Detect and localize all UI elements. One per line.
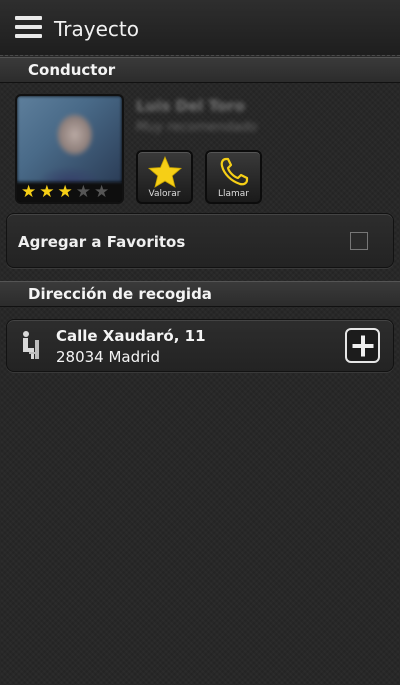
plus-icon[interactable]: [345, 328, 380, 363]
star-filled-icon: ★: [21, 182, 37, 202]
section-header-pickup: Dirección de recogida: [0, 281, 400, 307]
call-button-label: Llamar: [217, 189, 249, 199]
rate-button-label: Valorar: [148, 189, 181, 199]
phone-icon: [220, 157, 248, 186]
pickup-address-city: 28034 Madrid: [56, 348, 160, 366]
star-icon: [147, 156, 182, 188]
favorites-checkbox[interactable]: [350, 232, 368, 250]
favorites-row[interactable]: Agregar a Favoritos: [6, 213, 394, 268]
pickup-address-street: Calle Xaudaró, 11: [56, 327, 206, 345]
pickup-address-row[interactable]: Calle Xaudaró, 11 28034 Madrid: [6, 319, 394, 372]
star-filled-icon: ★: [57, 182, 73, 202]
hamburger-menu-icon[interactable]: [15, 16, 42, 38]
star-empty-icon: ★: [94, 182, 110, 202]
driver-photo: ★ ★ ★ ★ ★: [15, 94, 124, 204]
star-filled-icon: ★: [39, 182, 55, 202]
top-bar: Trayecto: [0, 0, 400, 56]
driver-name: Luis Del Toro: [136, 97, 245, 115]
section-header-driver: Conductor: [0, 57, 400, 83]
call-button[interactable]: Llamar: [205, 150, 262, 204]
seat-icon: [23, 331, 39, 359]
page-title: Trayecto: [54, 17, 139, 41]
driver-subtitle: Muy recomendado: [136, 120, 258, 135]
star-empty-icon: ★: [75, 182, 91, 202]
driver-rating: ★ ★ ★ ★ ★: [17, 182, 122, 202]
favorites-label: Agregar a Favoritos: [18, 233, 186, 251]
rate-button[interactable]: Valorar: [136, 150, 193, 204]
driver-avatar: [17, 96, 122, 182]
